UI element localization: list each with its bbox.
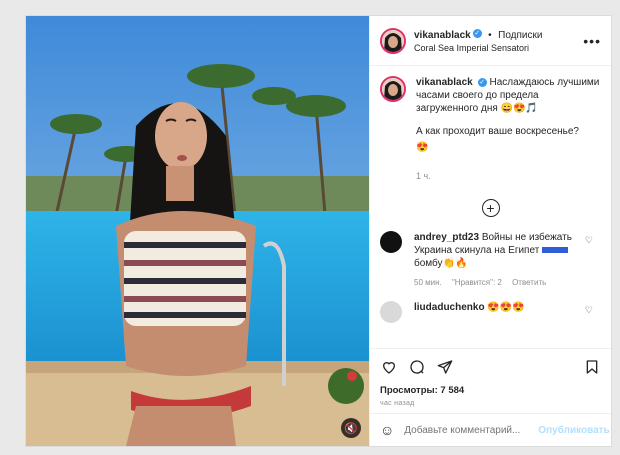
- author-username[interactable]: vikanablack: [414, 30, 471, 41]
- verified-icon: ✓: [477, 77, 487, 87]
- follow-button[interactable]: Подписки: [498, 30, 542, 41]
- comment-text: 😍😍😍: [487, 302, 525, 313]
- comment-like-icon[interactable]: ♡: [585, 235, 593, 246]
- separator-dot: •: [488, 29, 492, 41]
- comments-section: vikanablack ✓ Наслаждаюсь лучшими часами …: [370, 66, 611, 348]
- header-info: vikanablack ✓ • Подписки Coral Sea Imperi…: [414, 27, 583, 55]
- beach-photo: [26, 16, 369, 446]
- comment-avatar[interactable]: [380, 231, 402, 253]
- caption: vikanablack ✓ Наслаждаюсь лучшими часами …: [380, 76, 601, 183]
- reply-button[interactable]: Ответить: [512, 278, 546, 287]
- comment-like-icon[interactable]: ♡: [585, 305, 593, 316]
- comment-username[interactable]: liudaduchenko: [414, 302, 485, 313]
- caption-text: vikanablack ✓ Наслаждаюсь лучшими часами …: [416, 76, 601, 183]
- view-count[interactable]: Просмотры: 7 584: [370, 385, 611, 396]
- heart-icon[interactable]: [380, 358, 398, 376]
- comment-body: liudaduchenko 😍😍😍: [414, 301, 584, 323]
- post-time: час назад: [380, 400, 415, 407]
- load-more-comments-icon[interactable]: +: [481, 199, 500, 217]
- censored-mark: [542, 247, 569, 254]
- comment-text-end: бомбу👏🔥: [414, 258, 468, 269]
- add-comment-bar: ☺ Опубликовать: [370, 413, 611, 446]
- comment-avatar[interactable]: [380, 301, 402, 323]
- mute-icon[interactable]: 🔇: [341, 418, 361, 438]
- publish-button[interactable]: Опубликовать: [538, 425, 609, 436]
- comment-item: andrey_ptd23 Войны не избежать Украина с…: [380, 231, 601, 289]
- comment-icon[interactable]: [408, 358, 426, 376]
- comment-body: andrey_ptd23 Войны не избежать Украина с…: [414, 231, 584, 289]
- paper-plane-icon[interactable]: [436, 358, 454, 376]
- caption-time: 1 ч.: [416, 171, 431, 181]
- comment-input[interactable]: [402, 423, 539, 437]
- more-options-icon[interactable]: •••: [583, 33, 601, 49]
- caption-username[interactable]: vikanablack: [416, 77, 473, 88]
- post-video[interactable]: 🔇: [26, 16, 369, 446]
- comment-item: liudaduchenko 😍😍😍 ♡: [380, 301, 601, 323]
- caption-question-emoji: 😍: [416, 142, 429, 153]
- post-header: vikanablack ✓ • Подписки Coral Sea Imperi…: [370, 16, 611, 66]
- caption-avatar[interactable]: [380, 76, 406, 102]
- comment-meta: 50 мин. "Нравится": 2 Ответить: [414, 276, 584, 289]
- location-link[interactable]: Coral Sea Imperial Sensatori: [414, 42, 583, 55]
- verified-icon: ✓: [472, 28, 482, 38]
- emoji-icon[interactable]: ☺: [380, 422, 394, 438]
- comment-username[interactable]: andrey_ptd23: [414, 232, 479, 243]
- post-card: 🔇 vikanablack ✓ • Подписки Coral Sea Impe…: [25, 15, 612, 447]
- bookmark-icon[interactable]: [583, 358, 601, 376]
- comment-time: 50 мин.: [414, 278, 442, 287]
- action-bar: [370, 348, 611, 385]
- comment-likes[interactable]: "Нравится": 2: [452, 278, 502, 287]
- post-sidebar: vikanablack ✓ • Подписки Coral Sea Imperi…: [369, 16, 611, 446]
- avatar[interactable]: [380, 27, 406, 54]
- caption-question: А как проходит ваше воскресенье?: [416, 126, 579, 137]
